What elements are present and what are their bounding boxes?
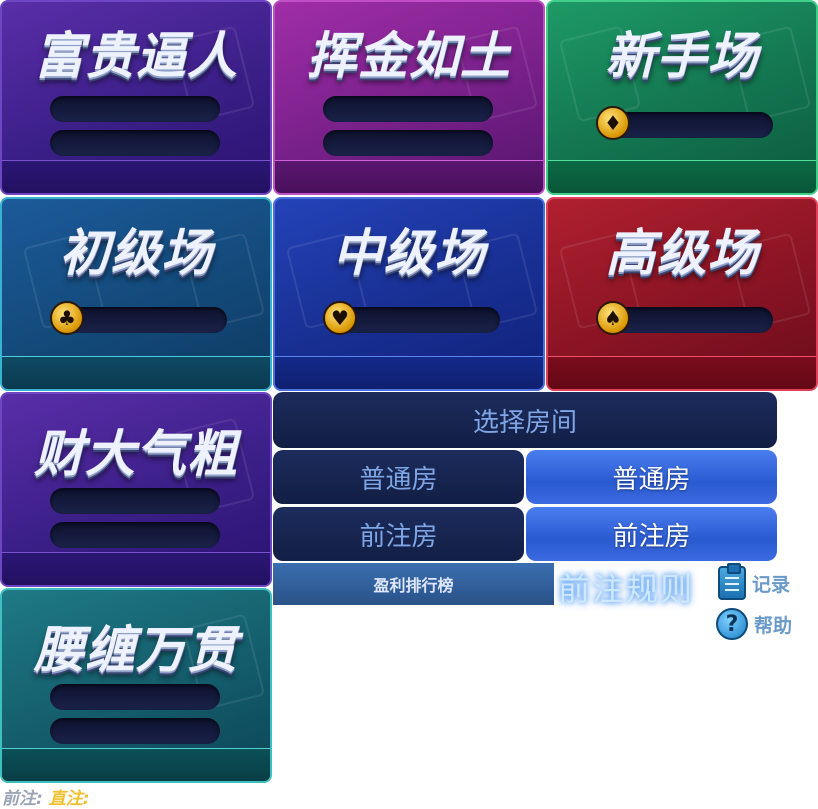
room-title: 高级场 [605, 224, 759, 282]
info-bar [50, 718, 220, 744]
info-bar [62, 307, 227, 333]
room-card-zhongji[interactable]: 中级场 ♥ [273, 197, 545, 391]
card-footer [548, 356, 816, 389]
tab-bet-room-active[interactable]: 前注房 [526, 507, 777, 561]
card-footer [2, 552, 270, 585]
room-title: 挥金如土 [307, 27, 511, 85]
info-bar [335, 307, 500, 333]
info-bar [608, 112, 773, 138]
room-card-fugui[interactable]: 富贵逼人 [0, 0, 272, 195]
question-icon: ? [716, 608, 748, 640]
tab-normal-room[interactable]: 普通房 [273, 450, 524, 504]
tab-bet-room[interactable]: 前注房 [273, 507, 524, 561]
card-footer [2, 160, 270, 193]
info-bar [50, 488, 220, 514]
card-footer [2, 748, 270, 781]
spade-icon: ♠ [596, 301, 630, 335]
room-card-xinshou[interactable]: 新手场 ♦ [546, 0, 818, 195]
record-label: 记录 [752, 573, 791, 596]
room-card-chuji[interactable]: 初级场 ♣ [0, 197, 272, 391]
card-footer [275, 160, 543, 193]
bet-type-labels: 前注: 直注: [2, 784, 90, 809]
room-title: 财大气粗 [34, 425, 238, 483]
info-bar [50, 130, 220, 156]
label-bet: 前注: [2, 789, 43, 809]
help-label: 帮助 [754, 614, 793, 637]
room-card-yaochan[interactable]: 腰缠万贯 [0, 588, 272, 783]
room-card-caida[interactable]: 财大气粗 [0, 392, 272, 587]
clipboard-icon [718, 563, 746, 600]
room-title: 中级场 [332, 224, 486, 282]
info-bar [323, 130, 493, 156]
info-bar [608, 307, 773, 333]
room-title: 富贵逼人 [34, 27, 238, 85]
card-footer [275, 356, 543, 389]
tab-normal-room-active[interactable]: 普通房 [526, 450, 777, 504]
card-footer [548, 160, 816, 193]
info-bar [323, 96, 493, 122]
card-footer [2, 356, 270, 389]
bet-rules-link[interactable]: 前注规则 [558, 564, 694, 610]
room-title: 新手场 [605, 27, 759, 85]
room-title: 初级场 [59, 224, 213, 282]
record-button[interactable]: 记录 [718, 563, 791, 600]
info-bar [50, 684, 220, 710]
info-bar [50, 96, 220, 122]
label-direct: 直注: [48, 789, 90, 809]
info-bar [50, 522, 220, 548]
room-title: 腰缠万贯 [34, 621, 238, 679]
room-card-gaoji[interactable]: 高级场 ♠ [546, 197, 818, 391]
diamond-icon: ♦ [596, 106, 630, 140]
help-button[interactable]: ? 帮助 [716, 608, 792, 640]
select-room-header: 选择房间 [273, 392, 777, 448]
leaderboard-button[interactable]: 盈利排行榜 [273, 563, 554, 605]
room-card-huijin[interactable]: 挥金如土 [273, 0, 545, 195]
club-icon: ♣ [50, 301, 84, 335]
heart-icon: ♥ [323, 301, 357, 335]
